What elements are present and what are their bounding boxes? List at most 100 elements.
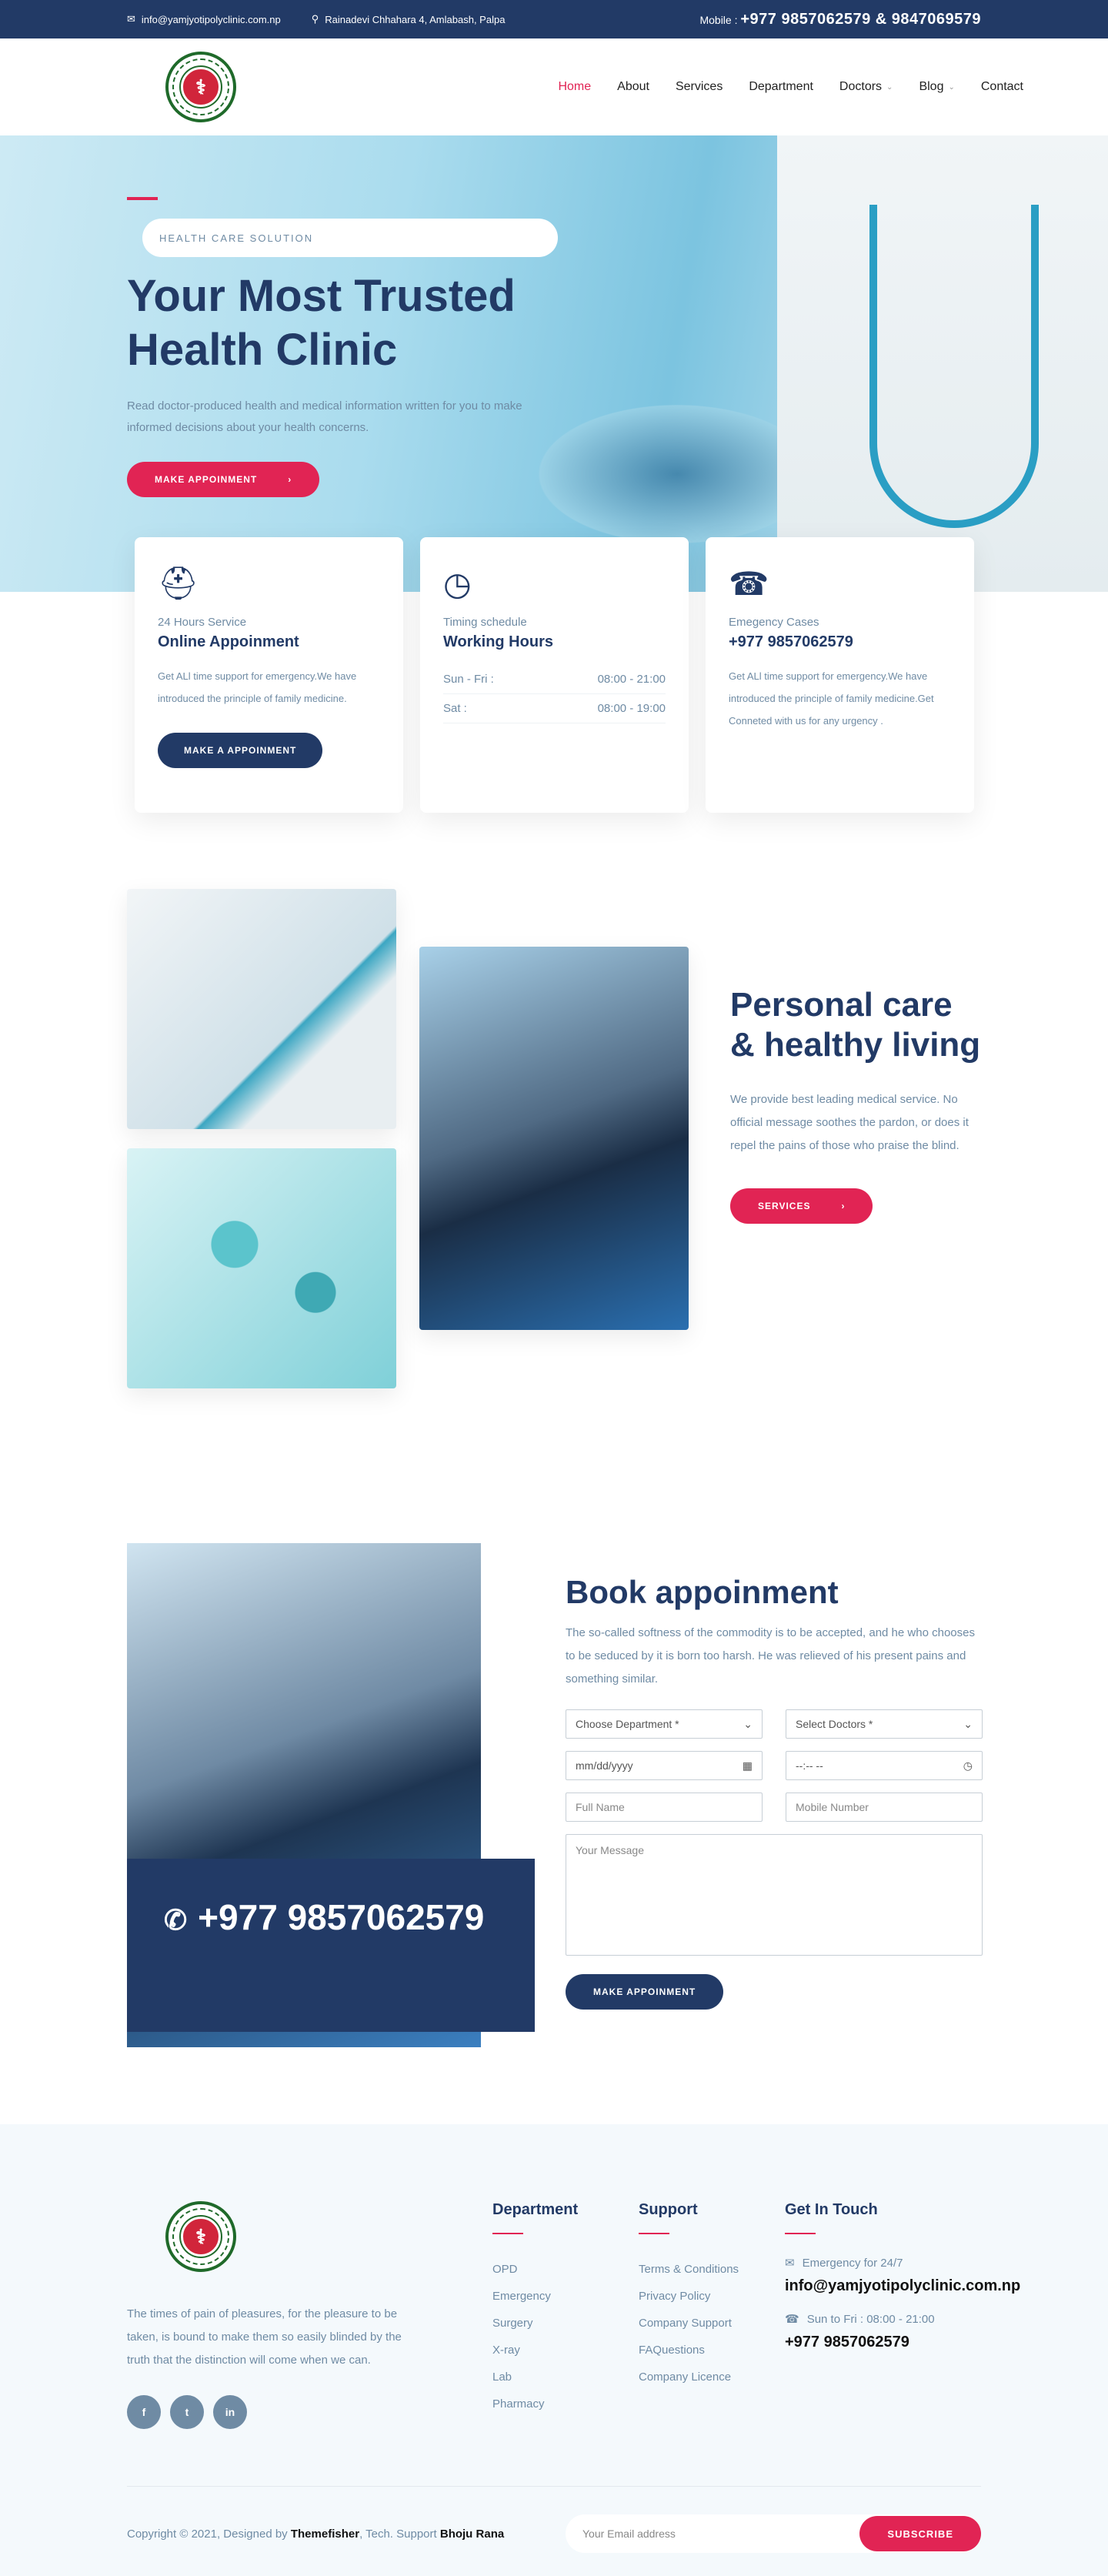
top-email[interactable]: info@yamjyotipolyclinic.com.np: [142, 14, 281, 25]
footer-email[interactable]: info@yamjyotipolyclinic.com.np: [785, 2277, 1020, 2295]
chevron-down-icon: ⌄: [963, 1717, 973, 1730]
appointment-form: Book appoinment The so-called softness o…: [566, 1574, 983, 2010]
message-textarea[interactable]: Your Message: [566, 1834, 983, 1956]
microscope-photo: [419, 947, 689, 1330]
twitter-icon[interactable]: t: [170, 2395, 204, 2429]
services-button[interactable]: SERVICES ›: [730, 1188, 873, 1224]
calendar-icon: ▦: [742, 1759, 753, 1772]
booking-desc: The so-called softness of the commodity …: [566, 1626, 975, 1686]
headset-icon: ☎: [729, 566, 769, 602]
hero-subtitle: HEALTH CARE SOLUTION: [142, 219, 558, 257]
mobile-input[interactable]: Mobile Number: [786, 1793, 983, 1822]
time-input[interactable]: --:-- -- ◷: [786, 1751, 983, 1780]
footer-link[interactable]: Company Licence: [639, 2364, 739, 2391]
footer-about: The times of pain of pleasures, for the …: [127, 2307, 402, 2367]
footer-department: Department OPD Emergency Surgery X-ray L…: [492, 2201, 578, 2417]
footer-link[interactable]: Company Support: [639, 2310, 739, 2337]
footer-logo[interactable]: ⚕: [165, 2201, 236, 2272]
nurse-icon: ⛑: [158, 565, 199, 601]
footer-link[interactable]: X-ray: [492, 2337, 578, 2364]
booking-section: ✆ +977 9857062579 Book appoinment The so-…: [127, 1543, 983, 2047]
hero-title: Your Most Trusted Health Clinic: [127, 271, 516, 375]
email-input[interactable]: Your Email address: [582, 2528, 676, 2540]
supporter-link[interactable]: Bhoju Rana: [440, 2528, 504, 2541]
doctor-photo: [127, 889, 396, 1129]
about-title: Personal care & healthy living: [730, 986, 981, 1064]
footer-support: Support Terms & Conditions Privacy Polic…: [639, 2201, 739, 2391]
footer-link[interactable]: Surgery: [492, 2310, 578, 2337]
footer-link[interactable]: Privacy Policy: [639, 2283, 739, 2310]
arrow-right-icon: ›: [288, 474, 292, 485]
mail-icon: ✉: [785, 2257, 795, 2270]
card-online-appointment: ⛑ 24 Hours Service Online Appoinment Get…: [135, 537, 403, 813]
footer-link[interactable]: Lab: [492, 2364, 578, 2391]
nav-home[interactable]: Home: [558, 80, 591, 94]
footer: ⚕ The times of pain of pleasures, for th…: [0, 2124, 1108, 2576]
nav-doctors[interactable]: Doctors ⌄: [839, 80, 893, 94]
nav-about[interactable]: About: [617, 80, 649, 94]
card-label: Timing schedule: [443, 616, 527, 629]
mail-icon: ✉: [127, 13, 135, 25]
hero-bg-image: [539, 405, 816, 543]
nav-contact[interactable]: Contact: [981, 80, 1023, 94]
feature-cards: ⛑ 24 Hours Service Online Appoinment Get…: [135, 537, 974, 813]
footer-link[interactable]: OPD: [492, 2256, 578, 2283]
clinic-logo[interactable]: ⚕: [165, 52, 236, 122]
department-select[interactable]: Choose Department * ⌄: [566, 1709, 763, 1739]
nav-department[interactable]: Department: [749, 80, 813, 94]
top-bar: ✉ info@yamjyotipolyclinic.com.np ⚲ Rainade…: [0, 0, 1108, 38]
footer-get-in-touch: Get In Touch ✉ Emergency for 24/7 info@ya…: [785, 2201, 1021, 2351]
phone-icon: ✆: [164, 1904, 188, 1936]
about-desc: We provide best leading medical service.…: [730, 1093, 969, 1152]
arrow-right-icon: ›: [841, 1201, 846, 1211]
accent-bar: [127, 197, 158, 200]
hours-row: Sat :08:00 - 19:00: [443, 694, 666, 723]
subscribe-button[interactable]: SUBSCRIBE: [859, 2516, 981, 2551]
footer-link[interactable]: Pharmacy: [492, 2391, 578, 2417]
emergency-phone[interactable]: +977 9857062579: [729, 633, 951, 651]
card-desc: Get ALl time support for emergency.We ha…: [158, 670, 357, 704]
doctor-select[interactable]: Select Doctors * ⌄: [786, 1709, 983, 1739]
hours-row: Sun - Fri :08:00 - 21:00: [443, 665, 666, 694]
designer-link[interactable]: Themefisher: [291, 2528, 359, 2541]
make-appointment-button[interactable]: MAKE A APPOINMENT: [158, 733, 323, 768]
card-label: Emegency Cases: [729, 616, 819, 629]
clock-icon: ◷: [443, 566, 472, 602]
facebook-icon[interactable]: f: [127, 2395, 161, 2429]
phone-box: ✆ +977 9857062579: [127, 1859, 535, 2032]
top-address: Rainadevi Chhahara 4, Amlabash, Palpa: [325, 13, 506, 25]
submit-appointment-button[interactable]: MAKE APPOINMENT: [566, 1974, 724, 2010]
chevron-down-icon: ⌄: [948, 82, 955, 92]
footer-phone[interactable]: +977 9857062579: [785, 2334, 1020, 2351]
linkedin-icon[interactable]: in: [213, 2395, 247, 2429]
location-icon: ⚲: [311, 13, 319, 25]
nav-services[interactable]: Services: [676, 80, 723, 94]
clock-icon: ◷: [963, 1759, 973, 1772]
copyright: Copyright © 2021, Designed by Themefishe…: [127, 2527, 505, 2541]
card-title: Online Appoinment: [158, 633, 299, 650]
hero-section: HEALTH CARE SOLUTION Your Most Trusted He…: [0, 135, 1108, 592]
capsules-photo: [127, 1148, 396, 1388]
support-icon: ☎: [785, 2313, 799, 2326]
card-title: Working Hours: [443, 633, 553, 650]
card-label: 24 Hours Service: [158, 616, 247, 629]
hero-appointment-button[interactable]: MAKE APPOINMENT ›: [127, 462, 320, 497]
nav-blog[interactable]: Blog ⌄: [919, 80, 954, 94]
footer-link[interactable]: Emergency: [492, 2283, 578, 2310]
full-name-input[interactable]: Full Name: [566, 1793, 763, 1822]
hero-description: Read doctor-produced health and medical …: [127, 399, 522, 434]
subscribe-form: Your Email address SUBSCRIBE: [566, 2514, 981, 2553]
chevron-down-icon: ⌄: [886, 82, 893, 92]
chevron-down-icon: ⌄: [743, 1717, 753, 1730]
booking-title: Book appoinment: [566, 1574, 839, 1610]
card-working-hours: ◷ Timing schedule Working Hours Sun - Fr…: [420, 537, 689, 813]
main-nav: ⚕ Home About Services Department Doctors…: [0, 38, 1108, 135]
stethoscope-image: [869, 205, 1039, 528]
date-input[interactable]: mm/dd/yyyy ▦: [566, 1751, 763, 1780]
top-mobile: Mobile : +977 9857062579 & 9847069579: [699, 10, 981, 28]
about-section: Personal care & healthy living We provid…: [127, 889, 981, 1389]
card-emergency: ☎ Emegency Cases +977 9857062579 Get ALl…: [706, 537, 974, 813]
footer-link[interactable]: Terms & Conditions: [639, 2256, 739, 2283]
footer-link[interactable]: FAQuestions: [639, 2337, 739, 2364]
booking-phone[interactable]: +977 9857062579: [198, 1897, 484, 1937]
